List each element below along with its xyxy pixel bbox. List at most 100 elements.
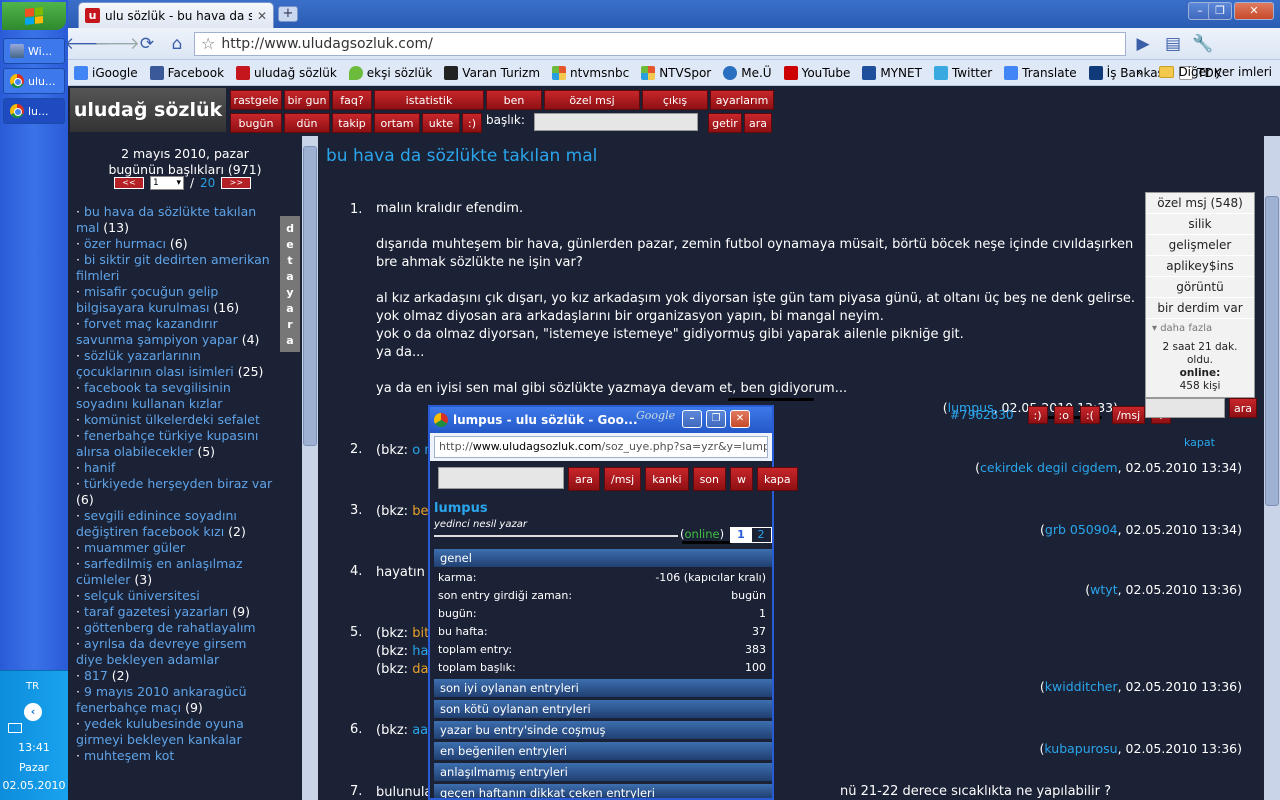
site-logo[interactable]: uludağ sözlük [70,88,226,132]
section-son-iyi[interactable]: son iyi oylanan entryleri [434,679,772,697]
topic-item[interactable]: hanif [76,460,276,476]
left-scrollbar[interactable] [302,136,318,800]
nav-ayarlarim[interactable]: ayarlarım [710,90,774,110]
more-link[interactable]: ▾ daha fazla [1146,319,1254,337]
other-bookmarks[interactable]: » Diğer yer imleri [1136,65,1272,79]
popup-address-bar[interactable]: http://www.uludagsozluk.com/soz_uye.php?… [430,433,772,461]
menu-aplikeysins[interactable]: aplikey$ins [1146,256,1254,277]
topic-item[interactable]: misafir çocuğun gelip bilgisayara kurulm… [76,284,276,316]
section-en-begenilen[interactable]: en beğenilen entryleri [434,742,772,760]
popup-kanki-button[interactable]: kanki [645,467,689,491]
nav-dun[interactable]: dün [284,113,330,133]
popup-minimize-button[interactable]: – [682,410,702,428]
section-anlasilmamis[interactable]: anlaşılmamış entryleri [434,763,772,781]
kapat-link[interactable]: kapat [1184,436,1215,449]
page-select[interactable]: 1 ▾ [150,176,184,190]
topic-item[interactable]: sevgili edinince soyadını değiştiren fac… [76,508,276,540]
topic-item[interactable]: 9 mayıs 2010 ankaragücü fenerbahçe maçı … [76,684,276,716]
browser-tab[interactable]: u ulu sözlük - bu hava da sözlükte ✕ [78,2,274,28]
menu-ozel-msj[interactable]: özel msj (548) [1146,193,1254,214]
start-button[interactable] [2,2,66,30]
bookmark-item[interactable]: YouTube [783,65,850,80]
tray-expand-icon[interactable]: ‹ [24,703,42,721]
getir-button[interactable]: getir [708,113,742,133]
msj-button[interactable]: /msj [1111,406,1146,424]
maximize-button[interactable]: ❐ [1208,2,1232,20]
language-indicator[interactable]: TR [26,681,39,692]
network-icon[interactable] [8,723,22,733]
wrench-icon[interactable]: 🔧 [1190,32,1216,56]
popup-ara-button[interactable]: ara [568,467,601,491]
bookmark-item[interactable]: Varan Turizm [444,65,540,80]
topic-item[interactable]: selçuk üniversitesi [76,588,276,604]
popup-kapa-button[interactable]: kapa [757,467,798,491]
topic-item[interactable]: taraf gazetesi yazarları (9) [76,604,276,620]
topic-item[interactable]: bi siktir git dedirten amerikan filmleri [76,252,276,284]
bookmark-item[interactable]: iGoogle [74,65,138,80]
nav-rastgele[interactable]: rastgele [230,90,282,110]
vote-sad-button[interactable]: :( [1079,406,1100,424]
bookmark-item[interactable]: NTVSpor [641,65,711,80]
topic-item[interactable]: sarfedilmiş en anlaşılmaz cümleler (3) [76,556,276,588]
nav-istatistik[interactable]: istatistik [374,90,484,110]
bookmark-item[interactable]: ntvmsnbc [552,65,629,80]
nav-ortam[interactable]: ortam [374,113,420,133]
reload-icon[interactable]: ⟳ [134,32,160,56]
menu-bir-derdim-var[interactable]: bir derdim var [1146,298,1254,319]
total-pages[interactable]: 20 [200,176,215,190]
taskbar-item-0[interactable]: Wi... [3,38,65,64]
popup-titlebar[interactable]: lumpus - ulu sözlük - Goo... Google – ❐ … [430,407,772,433]
bookmark-item[interactable]: Me.Ü [723,65,772,80]
nav-faq[interactable]: faq? [332,90,372,110]
side-ara-button[interactable]: ara [1229,398,1257,418]
nav-bugun[interactable]: bugün [230,113,282,133]
topic-item[interactable]: sözlük yazarlarının çocuklarının olası i… [76,348,276,380]
topic-item[interactable]: özer hurmacı (6) [76,236,276,252]
forward-icon[interactable]: 🡒 [94,32,140,56]
bookmark-item[interactable]: Facebook [149,65,224,80]
nav-takip[interactable]: takip [332,113,372,133]
taskbar-item-1[interactable]: ulu... [3,68,65,94]
entry-id-link[interactable]: #7962830 [950,408,1014,422]
chevron-right-icon[interactable]: » [1136,65,1143,79]
nav-ozel-msj[interactable]: özel msj [544,90,640,110]
tab-close-icon[interactable]: ✕ [257,9,267,23]
topic-item[interactable]: forvet maç kazandırır savunma şampiyon y… [76,316,276,348]
nav-cikis[interactable]: çıkış [642,90,708,110]
topic-item[interactable]: muammer güler [76,540,276,556]
section-genel[interactable]: genel [434,549,772,567]
menu-silik[interactable]: silik [1146,214,1254,235]
topic-item[interactable]: bu hava da sözlükte takılan mal (13) [76,204,276,236]
next-page-button[interactable]: >> [221,177,252,189]
vote-o-button[interactable]: :o [1053,406,1074,424]
topic-item[interactable]: türkiyede herşeyden biraz var (6) [76,476,276,508]
left-scrollbar-thumb[interactable] [303,146,317,446]
nav-ben[interactable]: ben [486,90,542,110]
topic-item[interactable]: facebook ta sevgilisinin soyadını kullan… [76,380,276,412]
page-menu-icon[interactable]: ▤ [1160,32,1186,56]
section-son-kotu[interactable]: son kötü oylanan entryleri [434,700,772,718]
section-cosmus[interactable]: yazar bu entry'sinde coşmuş [434,721,772,739]
profile-page-2[interactable]: 2 [750,527,772,543]
bookmark-item[interactable]: MYNET [862,65,922,80]
nav-bir-gun[interactable]: bir gun [284,90,330,110]
popup-son-button[interactable]: son [692,467,726,491]
detay-ara-tab[interactable]: d e t a y a r a [280,216,300,352]
topic-item[interactable]: yedek kulubesinde oyuna girmeyi bekleyen… [76,716,276,748]
address-bar[interactable]: ☆ http://www.uludagsozluk.com/ [194,31,1126,56]
topic-title[interactable]: bu hava da sözlükte takılan mal [326,146,597,166]
go-icon[interactable]: ▶ [1130,32,1156,56]
menu-goruntu[interactable]: görüntü [1146,277,1254,298]
taskbar-item-2[interactable]: lu... [3,98,65,124]
popup-close-button[interactable]: ✕ [730,410,750,428]
topic-item[interactable]: fenerbahçe türkiye kupasını alırsa olabi… [76,428,276,460]
topic-item[interactable]: komünist ülkelerdeki sefalet [76,412,276,428]
profile-page-1[interactable]: 1 [730,527,752,543]
vote-smile-button[interactable]: :) [1027,406,1048,424]
nav-smiley[interactable]: :) [462,113,482,133]
right-scrollbar[interactable] [1264,136,1280,800]
bookmark-item[interactable]: ekşi sözlük [348,65,432,80]
home-icon[interactable]: ⌂ [164,32,190,56]
topic-item[interactable]: ayrılsa da devreye girsem diye bekleyen … [76,636,276,668]
popup-msj-button[interactable]: /msj [604,467,642,491]
